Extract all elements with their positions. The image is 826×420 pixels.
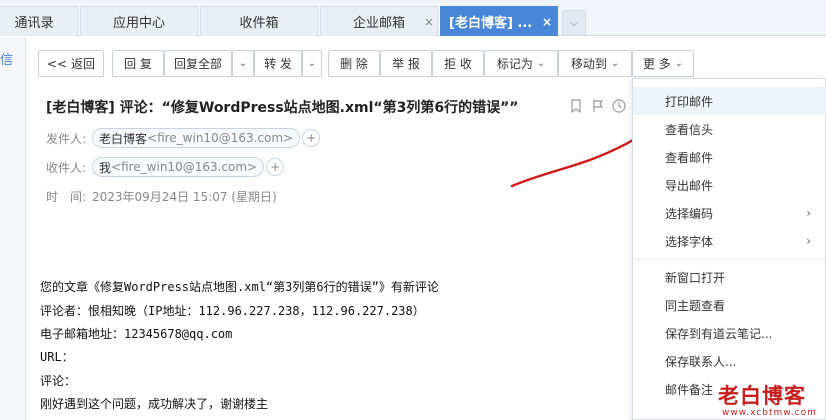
close-icon[interactable]: ×	[424, 15, 434, 29]
watermark-text: 老白博客	[718, 384, 806, 408]
more-label: 更 多	[642, 57, 671, 71]
to-row: 收件人: 我 <fire_win10@163.com> +	[46, 157, 285, 177]
move-to-label: 移动到	[570, 57, 607, 71]
time-value: 2023年09月24日 15:07 (星期日)	[92, 190, 277, 204]
menu-item-label: 邮件备注	[665, 382, 714, 397]
tab-label: 通讯录	[14, 16, 54, 31]
menu-item-view-mail[interactable]: 查看邮件	[633, 143, 826, 171]
report-label: 举 报	[392, 57, 420, 71]
chevron-down-icon: ⌄	[307, 58, 317, 69]
forward-dropdown-button[interactable]: ⌄	[302, 50, 322, 77]
tab-inbox[interactable]: 收件箱	[200, 6, 318, 36]
body-line: 评论：	[40, 374, 77, 388]
delete-button[interactable]: 删 除	[328, 50, 380, 77]
chevron-down-icon: ⌄	[238, 58, 248, 69]
menu-item-label: 新窗口打开	[665, 270, 726, 285]
tab-contacts[interactable]: 通讯录	[0, 6, 78, 36]
forward-label: 转 发	[264, 57, 292, 71]
menu-item-label: 查看邮件	[665, 150, 714, 165]
recipient-chip[interactable]: 我 <fire_win10@163.com>	[92, 157, 265, 177]
tab-more-button[interactable]: ⌵	[562, 10, 586, 36]
delete-label: 删 除	[340, 57, 368, 71]
menu-item-label: 选择编码	[665, 206, 714, 221]
tab-label: 收件箱	[239, 16, 279, 31]
menu-item-view-headers[interactable]: 查看信头	[633, 115, 826, 143]
back-label: << 返回	[47, 57, 95, 71]
menu-item-label: 打印邮件	[665, 94, 714, 109]
menu-item-label: 保存到有道云笔记...	[665, 326, 773, 341]
menu-item-label: 查看信头	[665, 122, 714, 137]
chevron-down-icon: ⌄	[610, 58, 620, 69]
email-subject: [老白博客] 评论：“修复WordPress站点地图.xml“第3列第6行的错误…	[46, 100, 519, 116]
chevron-down-icon: ⌄	[674, 58, 684, 69]
menu-item-print[interactable]: 打印邮件	[633, 87, 826, 115]
move-to-button[interactable]: 移动到 ⌄	[558, 50, 632, 77]
mark-as-label: 标记为	[496, 57, 533, 71]
menu-item-save-note[interactable]: 保存到有道云笔记...	[633, 319, 826, 347]
menu-item-save-contact[interactable]: 保存联系人...	[633, 347, 826, 375]
body-line: 您的文章《修复WordPress站点地图.xml“第3列第6行的错误”》有新评论	[40, 280, 439, 294]
tab-current-email[interactable]: [老白博客] ... ×	[440, 6, 558, 36]
tab-label: 应用中心	[112, 16, 165, 31]
chevron-down-icon: ⌄	[536, 58, 546, 69]
watermark-logo: 老白博客 www.xcbtmw.com	[718, 380, 816, 418]
add-contact-button[interactable]: +	[302, 129, 321, 147]
tab-app-center[interactable]: 应用中心	[80, 6, 198, 36]
back-button[interactable]: << 返回	[38, 50, 104, 77]
from-row: 发件人: 老白博客 <fire_win10@163.com> +	[46, 128, 321, 148]
sender-name: 老白博客	[99, 131, 148, 146]
more-dropdown-menu: 打印邮件 查看信头 查看邮件 导出邮件 选择编码 › 选择字体 › 新窗口打开 …	[632, 78, 826, 420]
reply-label: 回 复	[124, 57, 152, 71]
chevron-right-icon: ›	[806, 206, 811, 220]
tab-label: 企业邮箱	[352, 16, 405, 31]
from-label: 发件人:	[46, 131, 87, 146]
time-row: 时 间: 2023年09月24日 15:07 (星期日)	[46, 188, 277, 205]
body-line: 评论者：恨相知晚（IP地址：112.96.227.238，112.96.227.…	[40, 304, 425, 318]
menu-divider	[633, 259, 826, 260]
mark-as-button[interactable]: 标记为 ⌄	[484, 50, 558, 77]
tab-label: [老白博客] ...	[449, 16, 533, 31]
menu-item-label: 导出邮件	[665, 178, 714, 193]
to-label: 收件人:	[46, 160, 87, 175]
close-icon[interactable]: ×	[542, 15, 552, 29]
body-line: 刚好遇到这个问题，成功解决了，谢谢楼主	[40, 397, 269, 411]
watermark-url: www.xcbtmw.com	[722, 408, 817, 418]
sender-address: <fire_win10@163.com>	[147, 131, 294, 145]
sidebar-label[interactable]: 信	[0, 49, 13, 68]
reply-all-label: 回复全部	[173, 57, 222, 71]
menu-item-export[interactable]: 导出邮件	[633, 171, 826, 199]
body-line: URL：	[40, 350, 74, 364]
menu-item-encoding[interactable]: 选择编码 ›	[633, 199, 826, 227]
chevron-right-icon: ›	[806, 234, 811, 248]
forward-button[interactable]: 转 发	[254, 50, 302, 77]
menu-item-label: 选择字体	[665, 234, 714, 249]
reply-dropdown-button[interactable]: ⌄	[232, 50, 254, 77]
sender-chip[interactable]: 老白博客 <fire_win10@163.com>	[92, 128, 301, 148]
menu-item-font[interactable]: 选择字体 ›	[633, 227, 826, 255]
left-sidebar: 信	[0, 37, 26, 420]
report-button[interactable]: 举 报	[380, 50, 432, 77]
recipient-address: <fire_win10@163.com>	[111, 160, 258, 174]
menu-item-label: 同主题查看	[665, 298, 726, 313]
recipient-name: 我	[99, 160, 112, 175]
more-button[interactable]: 更 多 ⌄	[632, 50, 694, 77]
chevron-down-icon: ⌵	[570, 17, 578, 29]
tab-bar: 通讯录 应用中心 收件箱 企业邮箱 × [老白博客] ... × ⌵	[0, 0, 826, 36]
time-label: 时 间:	[46, 190, 87, 204]
body-line: 电子邮箱地址：12345678@qq.com	[40, 327, 233, 341]
reply-button[interactable]: 回 复	[112, 50, 164, 77]
add-contact-button[interactable]: +	[266, 158, 285, 176]
reply-all-button[interactable]: 回复全部	[164, 50, 232, 77]
menu-item-label: 保存联系人...	[665, 354, 737, 369]
tab-enterprise-mail[interactable]: 企业邮箱 ×	[320, 6, 438, 36]
reject-button[interactable]: 拒 收	[432, 50, 484, 77]
reject-label: 拒 收	[444, 57, 472, 71]
menu-item-same-topic[interactable]: 同主题查看	[633, 291, 826, 319]
menu-item-new-window[interactable]: 新窗口打开	[633, 263, 826, 291]
